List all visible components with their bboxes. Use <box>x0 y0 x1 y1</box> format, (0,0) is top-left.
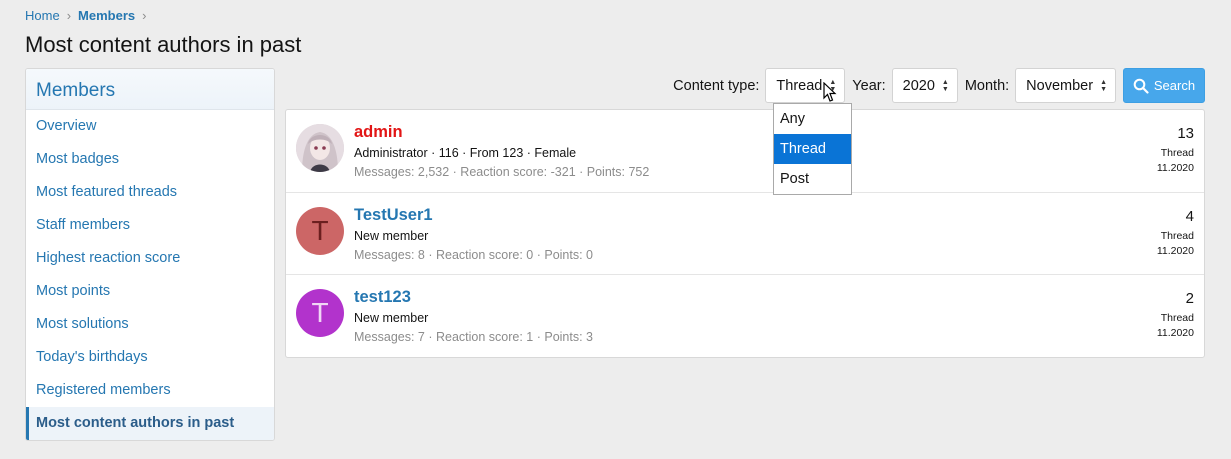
mouse-pointer-icon <box>823 82 837 102</box>
chevron-right-icon: › <box>142 8 147 23</box>
sidebar-item-most-content-authors[interactable]: Most content authors in past <box>26 407 274 440</box>
member-type: Thread <box>1160 229 1194 242</box>
avatar-letter: T <box>311 214 329 246</box>
month-select[interactable]: November ▲ ▼ <box>1015 68 1116 103</box>
member-count: 4 <box>1185 207 1194 225</box>
breadcrumb: Home › Members › <box>25 8 153 23</box>
member-title: New member <box>354 311 429 325</box>
member-count: 2 <box>1185 290 1194 307</box>
breadcrumb-home[interactable]: Home <box>25 8 60 23</box>
member-date: 11.2020 <box>1156 244 1194 257</box>
dropdown-option-post[interactable]: Post <box>774 164 851 194</box>
sidebar-header: Members <box>26 69 274 110</box>
sidebar-item-registered-members[interactable]: Registered members <box>26 374 274 407</box>
member-date: 11.2020 <box>1156 162 1194 174</box>
sidebar-item-staff-members[interactable]: Staff members <box>26 209 274 242</box>
member-name[interactable]: TestUser1 <box>354 206 433 225</box>
member-stats: Messages: 8 · Reaction score: 0 · Points… <box>354 247 593 262</box>
member-count: 13 <box>1177 125 1194 142</box>
breadcrumb-members[interactable]: Members <box>78 8 135 23</box>
member-row: T test123 New member Messages: 7 · React… <box>286 275 1204 358</box>
member-type: Thread <box>1160 147 1194 159</box>
year-label: Year: <box>852 77 886 94</box>
sidebar-item-most-points[interactable]: Most points <box>26 275 274 308</box>
sidebar-item-todays-birthdays[interactable]: Today's birthdays <box>26 341 274 374</box>
filter-bar: Content type: Thread ▲ ▼ Year: 2020 ▲ ▼ Mo… <box>673 68 1205 103</box>
content-type-dropdown: Any Thread Post <box>773 103 852 195</box>
member-list: admin Administrator · 116 · From 123 · F… <box>285 109 1205 358</box>
member-name[interactable]: test123 <box>354 288 411 307</box>
page-title: Most content authors in past <box>25 32 302 57</box>
member-stats: Messages: 7 · Reaction score: 1 · Points… <box>354 330 593 344</box>
anime-avatar-icon <box>296 124 344 172</box>
member-row: admin Administrator · 116 · From 123 · F… <box>286 110 1204 193</box>
year-select[interactable]: 2020 ▲ ▼ <box>891 68 958 103</box>
chevron-right-icon: › <box>66 8 72 23</box>
dropdown-option-any[interactable]: Any <box>774 104 851 134</box>
sidebar-item-highest-reaction-score[interactable]: Highest reaction score <box>26 242 274 275</box>
member-stats: Messages: 2,532 · Reaction score: -321 ·… <box>354 165 650 179</box>
sidebar: Members Overview Most badges Most featur… <box>25 68 275 441</box>
member-title: Administrator · 116 · From 123 · Female <box>354 146 577 160</box>
member-row: T TestUser1 New member Messages: 8 · Rea… <box>286 193 1204 275</box>
avatar-letter: T <box>311 297 329 328</box>
select-arrows-icon: ▲ ▼ <box>1100 78 1107 93</box>
member-type: Thread <box>1160 312 1194 324</box>
sidebar-item-most-badges[interactable]: Most badges <box>26 143 274 176</box>
member-name[interactable]: admin <box>354 123 403 142</box>
dropdown-option-thread[interactable]: Thread <box>774 134 851 164</box>
month-value: November <box>1026 77 1094 94</box>
avatar[interactable]: T <box>296 206 344 255</box>
sidebar-item-overview[interactable]: Overview <box>26 110 274 143</box>
content-type-label: Content type: <box>673 77 760 94</box>
content-type-value: Thread <box>776 77 823 94</box>
search-button-label: Search <box>1153 78 1196 93</box>
avatar[interactable] <box>296 124 344 172</box>
member-date: 11.2020 <box>1156 327 1194 339</box>
sidebar-item-most-solutions[interactable]: Most solutions <box>26 308 274 341</box>
avatar[interactable]: T <box>296 289 344 337</box>
sidebar-item-most-featured-threads[interactable]: Most featured threads <box>26 176 274 209</box>
search-icon <box>1133 78 1149 94</box>
month-label: Month: <box>964 77 1010 94</box>
member-title: New member <box>354 228 429 243</box>
select-arrows-icon: ▲ ▼ <box>941 78 949 93</box>
search-button[interactable]: Search <box>1123 68 1205 103</box>
year-value: 2020 <box>902 77 935 94</box>
